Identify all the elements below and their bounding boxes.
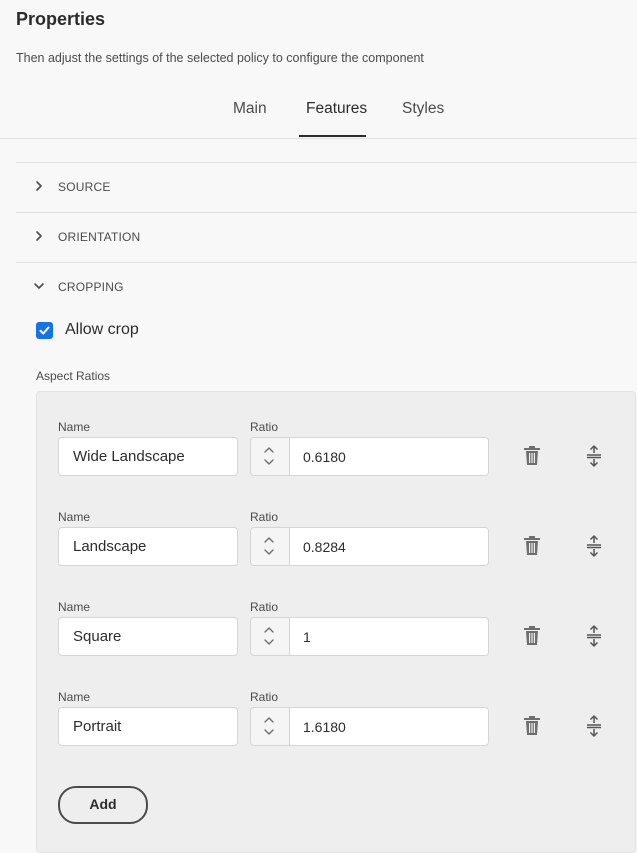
- name-value: Landscape: [73, 538, 147, 555]
- aspect-ratios-label: Aspect Ratios: [36, 369, 111, 383]
- section-source-header[interactable]: SOURCE: [16, 162, 637, 211]
- tab-main[interactable]: Main: [233, 100, 267, 118]
- allow-crop-checkbox[interactable]: [36, 322, 53, 339]
- name-value: Square: [73, 628, 122, 645]
- ratio-label: Ratio: [250, 690, 279, 704]
- page-subtitle: Then adjust the settings of the selected…: [16, 51, 424, 65]
- section-cropping-header[interactable]: CROPPING: [16, 262, 637, 311]
- ratio-label: Ratio: [250, 600, 279, 614]
- ratio-field[interactable]: 0.6180: [290, 437, 489, 476]
- stepper-icon: [264, 447, 274, 465]
- ratio-field[interactable]: 0.8284: [290, 527, 489, 566]
- active-tab-indicator: [299, 135, 366, 137]
- ratio-value: 0.6180: [303, 449, 346, 465]
- name-label: Name: [58, 420, 91, 434]
- tab-features[interactable]: Features: [306, 100, 367, 118]
- name-field[interactable]: Square: [58, 617, 238, 656]
- ratio-stepper[interactable]: [250, 527, 290, 566]
- aspect-ratio-row: Name Ratio Wide Landscape 0.6180: [37, 420, 635, 510]
- stepper-icon: [264, 717, 274, 735]
- name-field[interactable]: Portrait: [58, 707, 238, 746]
- name-field[interactable]: Landscape: [58, 527, 238, 566]
- trash-icon[interactable]: [522, 715, 542, 737]
- trash-icon[interactable]: [522, 625, 542, 647]
- ratio-value: 0.8284: [303, 539, 346, 555]
- stepper-icon: [264, 537, 274, 555]
- section-orientation-label: ORIENTATION: [58, 230, 141, 244]
- ratio-value: 1.6180: [303, 719, 346, 735]
- ratio-value: 1: [303, 629, 311, 645]
- ratio-stepper[interactable]: [250, 707, 290, 746]
- name-value: Wide Landscape: [73, 448, 185, 465]
- page-title: Properties: [16, 9, 106, 29]
- section-cropping-label: CROPPING: [58, 280, 124, 294]
- trash-icon[interactable]: [522, 535, 542, 557]
- drag-handle-icon[interactable]: [585, 534, 603, 558]
- name-label: Name: [58, 600, 91, 614]
- drag-handle-icon[interactable]: [585, 624, 603, 648]
- section-orientation-header[interactable]: ORIENTATION: [16, 212, 637, 261]
- ratio-label: Ratio: [250, 420, 279, 434]
- aspect-ratio-row: Name Ratio Square 1: [37, 600, 635, 690]
- allow-crop-label[interactable]: Allow crop: [65, 321, 139, 339]
- name-label: Name: [58, 510, 91, 524]
- add-button[interactable]: Add: [58, 786, 148, 824]
- ratio-stepper[interactable]: [250, 617, 290, 656]
- drag-handle-icon[interactable]: [585, 444, 603, 468]
- name-field[interactable]: Wide Landscape: [58, 437, 238, 476]
- section-source-label: SOURCE: [58, 180, 111, 194]
- checkmark-icon: [39, 326, 50, 335]
- chevron-right-icon: [36, 181, 42, 191]
- tab-bar: Main Features Styles: [0, 92, 637, 139]
- stepper-icon: [264, 627, 274, 645]
- aspect-ratio-row: Name Ratio Portrait 1.6180: [37, 690, 635, 780]
- ratio-stepper[interactable]: [250, 437, 290, 476]
- trash-icon[interactable]: [522, 445, 542, 467]
- chevron-right-icon: [36, 231, 42, 241]
- tab-styles[interactable]: Styles: [402, 100, 444, 118]
- aspect-ratios-panel: Name Ratio Wide Landscape 0.6180 Name Ra…: [36, 391, 636, 853]
- add-button-label: Add: [89, 796, 117, 812]
- ratio-label: Ratio: [250, 510, 279, 524]
- ratio-field[interactable]: 1: [290, 617, 489, 656]
- drag-handle-icon[interactable]: [585, 714, 603, 738]
- chevron-down-icon: [34, 283, 44, 289]
- aspect-ratio-row: Name Ratio Landscape 0.8284: [37, 510, 635, 600]
- ratio-field[interactable]: 1.6180: [290, 707, 489, 746]
- name-value: Portrait: [73, 718, 122, 735]
- name-label: Name: [58, 690, 91, 704]
